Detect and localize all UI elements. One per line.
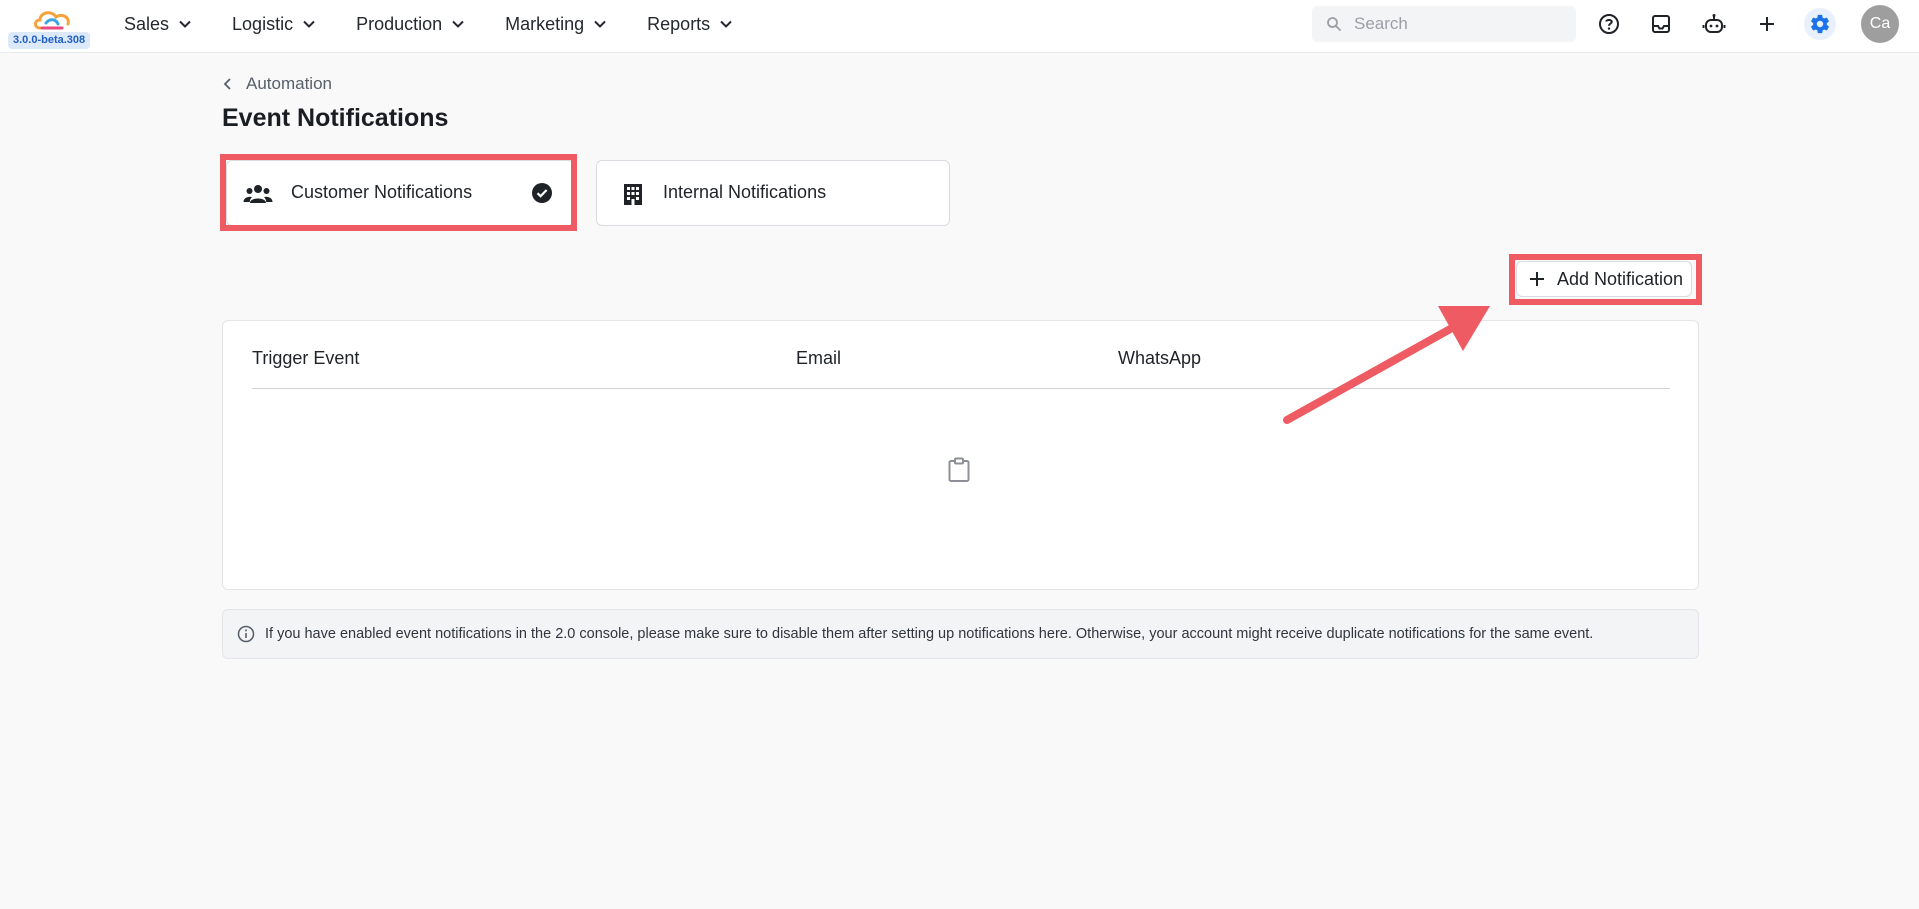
internal-notifications-card[interactable]: Internal Notifications bbox=[596, 160, 950, 226]
nav-item-logistic[interactable]: Logistic bbox=[232, 0, 316, 48]
chevron-down-icon bbox=[452, 20, 464, 28]
search-box[interactable] bbox=[1312, 6, 1576, 42]
app-logo[interactable]: 3.0.0-beta.308 bbox=[8, 8, 94, 50]
gear-icon bbox=[1811, 14, 1829, 34]
chevron-down-icon bbox=[303, 20, 315, 28]
user-avatar[interactable]: Ca bbox=[1861, 5, 1899, 43]
nav-item-label: Production bbox=[356, 13, 443, 34]
nav-item-sales[interactable]: Sales bbox=[124, 0, 192, 48]
search-input[interactable] bbox=[1352, 13, 1556, 35]
check-circle-icon bbox=[532, 183, 552, 203]
info-banner: If you have enabled event notifications … bbox=[222, 609, 1699, 659]
table-header-divider bbox=[252, 388, 1670, 389]
clipboard-icon bbox=[948, 457, 970, 482]
info-icon bbox=[237, 625, 255, 643]
help-button[interactable] bbox=[1593, 8, 1625, 40]
breadcrumb-label: Automation bbox=[246, 74, 332, 93]
chevron-left-icon bbox=[223, 78, 231, 90]
cloud-logo-icon bbox=[34, 11, 70, 30]
people-icon bbox=[243, 185, 273, 203]
page-title: Event Notifications bbox=[222, 104, 449, 132]
nav-item-reports[interactable]: Reports bbox=[647, 0, 733, 48]
assistant-button[interactable] bbox=[1698, 8, 1730, 40]
main-nav: Sales Logistic Production Marketing Repo… bbox=[124, 0, 773, 48]
settings-button[interactable] bbox=[1804, 8, 1836, 40]
help-icon bbox=[1599, 14, 1619, 34]
breadcrumb[interactable]: Automation bbox=[222, 74, 332, 94]
add-notification-button[interactable]: Add Notification bbox=[1516, 261, 1693, 297]
info-text: If you have enabled event notifications … bbox=[265, 626, 1594, 642]
chevron-down-icon bbox=[720, 20, 732, 28]
nav-item-production[interactable]: Production bbox=[356, 0, 465, 48]
nav-item-label: Sales bbox=[124, 13, 170, 34]
building-icon bbox=[624, 184, 642, 205]
plus-icon bbox=[1760, 17, 1774, 31]
add-notification-label: Add Notification bbox=[1557, 268, 1684, 289]
card-label: Customer Notifications bbox=[291, 182, 473, 202]
nav-item-label: Marketing bbox=[505, 13, 585, 34]
inbox-icon bbox=[1652, 15, 1670, 33]
column-header-whatsapp: WhatsApp bbox=[1118, 348, 1202, 368]
customer-notifications-card[interactable]: Customer Notifications bbox=[226, 160, 574, 226]
column-header-email: Email bbox=[796, 348, 842, 368]
nav-item-label: Logistic bbox=[232, 13, 294, 34]
chevron-down-icon bbox=[179, 20, 191, 28]
column-header-trigger-event: Trigger Event bbox=[252, 348, 360, 368]
notifications-table: Trigger Event Email WhatsApp bbox=[222, 320, 1699, 590]
top-navigation-bar: 3.0.0-beta.308 Sales Logistic Production… bbox=[0, 0, 1919, 53]
chevron-down-icon bbox=[594, 20, 606, 28]
nav-item-marketing[interactable]: Marketing bbox=[505, 0, 607, 48]
nav-item-label: Reports bbox=[647, 13, 711, 34]
search-icon bbox=[1327, 17, 1341, 31]
robot-icon bbox=[1702, 14, 1726, 33]
create-button[interactable] bbox=[1751, 8, 1783, 40]
card-label: Internal Notifications bbox=[663, 182, 827, 202]
inbox-button[interactable] bbox=[1645, 8, 1677, 40]
version-badge: 3.0.0-beta.308 bbox=[8, 32, 91, 49]
plus-icon bbox=[1530, 272, 1544, 286]
